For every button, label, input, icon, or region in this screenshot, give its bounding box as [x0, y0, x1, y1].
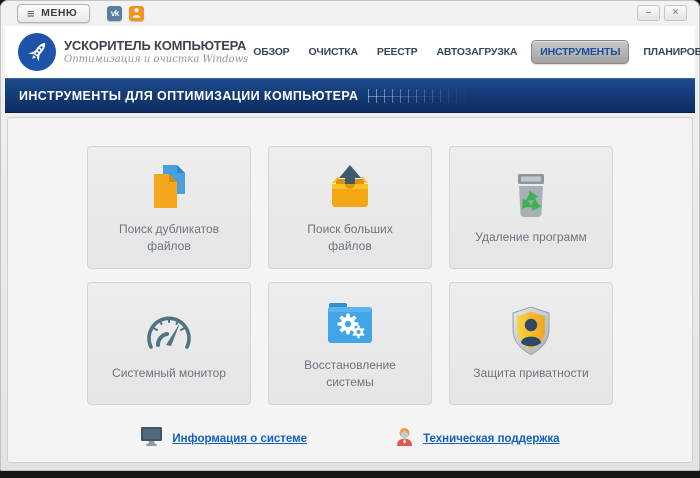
tab-cleanup[interactable]: ОЧИСТКА	[303, 40, 362, 64]
app-subtitle: Оптимизация и очистка Windows	[64, 54, 248, 65]
tool-card-uninstall-programs[interactable]: Удаление программ	[449, 146, 613, 269]
tab-registry[interactable]: РЕЕСТР	[372, 40, 423, 64]
vk-icon[interactable]: vk	[107, 6, 122, 21]
tab-overview[interactable]: ОБЗОР	[248, 40, 294, 64]
minimize-button[interactable]: –	[637, 5, 660, 21]
social-buttons: vk	[107, 6, 144, 21]
tool-card-label: Удаление программ	[475, 229, 586, 246]
rocket-logo-icon	[18, 33, 56, 71]
main-nav: ОБЗОР ОЧИСТКА РЕЕСТР АВТОЗАГРУЗКА ИНСТРУ…	[248, 40, 700, 64]
system-info-link[interactable]: Информация о системе	[140, 426, 307, 452]
section-title: ИНСТРУМЕНТЫ ДЛЯ ОПТИМИЗАЦИИ КОМПЬЮТЕРА	[19, 89, 358, 103]
tool-card-large-files[interactable]: Поиск больших файлов	[268, 146, 432, 269]
app-window: ≡ МЕНЮ vk – ×	[0, 0, 700, 471]
system-monitor-icon	[143, 304, 195, 358]
duplicate-files-icon	[146, 160, 192, 214]
tools-panel: Поиск дубликатов файлов Поиск больших фа…	[7, 117, 693, 463]
window-controls: – ×	[637, 5, 687, 21]
app-title: УСКОРИТЕЛЬ КОМПЬЮТЕРА	[64, 39, 248, 53]
tool-card-label: Восстановление системы	[284, 357, 416, 392]
privacy-protection-icon	[509, 304, 553, 358]
tools-grid: Поиск дубликатов файлов Поиск больших фа…	[87, 146, 613, 405]
support-link[interactable]: Техническая поддержка	[395, 426, 559, 452]
hamburger-icon: ≡	[27, 7, 35, 20]
app-header: УСКОРИТЕЛЬ КОМПЬЮТЕРА Оптимизация и очис…	[5, 26, 695, 78]
tab-autostart[interactable]: АВТОЗАГРУЗКА	[431, 40, 522, 64]
tool-card-privacy-protection[interactable]: Защита приватности	[449, 282, 613, 405]
system-info-icon	[140, 426, 163, 452]
system-restore-icon	[325, 296, 375, 350]
title-bar: ≡ МЕНЮ vk – ×	[5, 0, 695, 26]
tool-card-system-restore[interactable]: Восстановление системы	[268, 282, 432, 405]
tool-card-system-monitor[interactable]: Системный монитор	[87, 282, 251, 405]
support-link-label[interactable]: Техническая поддержка	[423, 433, 559, 445]
tool-card-label: Поиск больших файлов	[284, 221, 416, 256]
large-files-icon	[325, 160, 375, 214]
system-info-link-label[interactable]: Информация о системе	[172, 433, 307, 445]
brand: УСКОРИТЕЛЬ КОМПЬЮТЕРА Оптимизация и очис…	[64, 39, 248, 65]
section-banner: ИНСТРУМЕНТЫ ДЛЯ ОПТИМИЗАЦИИ КОМПЬЮТЕРА	[5, 78, 695, 113]
tool-card-duplicate-files[interactable]: Поиск дубликатов файлов	[87, 146, 251, 269]
tool-card-label: Защита приватности	[473, 365, 588, 382]
tab-scheduler[interactable]: ПЛАНИРОВЩИК	[638, 40, 700, 64]
tab-tools[interactable]: ИНСТРУМЕНТЫ	[531, 40, 629, 64]
uninstall-programs-icon	[510, 168, 552, 222]
menu-button[interactable]: ≡ МЕНЮ	[17, 4, 90, 23]
menu-button-label: МЕНЮ	[41, 7, 77, 19]
tool-card-label: Системный монитор	[112, 365, 226, 382]
footer-links: Информация о системе Техническая поддерж…	[140, 426, 559, 452]
odnoklassniki-icon[interactable]	[129, 6, 144, 21]
close-button[interactable]: ×	[664, 5, 687, 21]
tool-card-label: Поиск дубликатов файлов	[103, 221, 235, 256]
ruler-ticks-decoration	[368, 89, 473, 103]
support-icon	[395, 426, 414, 452]
